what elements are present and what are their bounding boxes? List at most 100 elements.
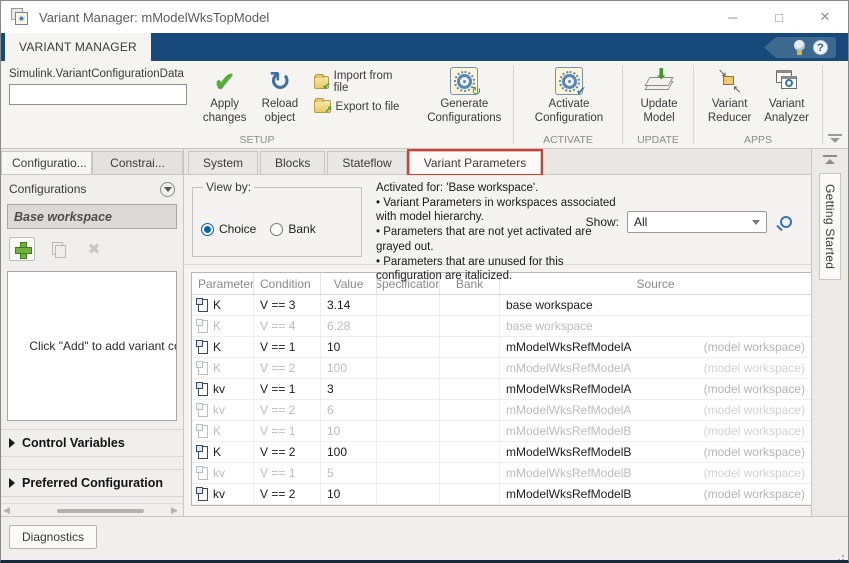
parameter-cell: kv [192, 400, 254, 420]
table-row[interactable]: kv V == 2 6 mModelWksRefModelA(model wor… [192, 400, 811, 421]
variant-reducer-button[interactable]: ↘↖ Variant Reducer [704, 66, 755, 126]
import-from-file-button[interactable]: ↙ Import from file [314, 70, 401, 94]
export-to-file-button[interactable]: ↗ Export to file [314, 100, 401, 113]
generate-configurations-button[interactable]: ↻ Generate Configurations [424, 66, 505, 126]
source-cell: mModelWksRefModelA(model workspace) [500, 358, 811, 378]
parameter-icon [198, 362, 208, 375]
copy-icon [52, 242, 65, 257]
tab-configurations[interactable]: Configuratio... [1, 151, 92, 174]
search-button[interactable] [775, 211, 797, 233]
condition-cell: V == 4 [254, 316, 321, 336]
view-by-group: View by: Choice Bank [192, 180, 362, 257]
source-note: (model workspace) [704, 403, 805, 417]
copy-configuration-button[interactable] [45, 237, 71, 261]
col-value[interactable]: Value [321, 273, 377, 295]
variant-analyzer-button[interactable]: Variant Analyzer [759, 66, 814, 126]
parameter-cell: K [192, 337, 254, 357]
value-cell: 10 [321, 337, 377, 357]
delete-configuration-button[interactable]: ✖ [81, 237, 107, 261]
minimize-button[interactable]: ─ [710, 1, 756, 33]
left-panel: Configuratio... Constrai... Configuratio… [1, 149, 184, 516]
table-row[interactable]: K V == 2 100 mModelWksRefModelB(model wo… [192, 442, 811, 463]
show-dropdown[interactable]: All [627, 211, 767, 233]
config-data-input[interactable] [9, 84, 187, 105]
variant-reducer-icon: ↘↖ [717, 68, 743, 94]
activate-gear-icon: ✔ [555, 67, 583, 95]
condition-cell: V == 2 [254, 400, 321, 420]
condition-cell: V == 1 [254, 463, 321, 483]
update-model-button[interactable]: ⬇ Update Model [633, 66, 685, 126]
table-row[interactable]: kv V == 1 3 mModelWksRefModelA(model wor… [192, 379, 811, 400]
col-parameter[interactable]: Parameter [192, 273, 254, 295]
resize-grip[interactable] [832, 553, 844, 563]
bank-cell [440, 379, 500, 399]
info-bullet: Variant Parameters in workspaces associa… [376, 196, 618, 225]
parameter-icon [198, 446, 208, 459]
apply-changes-button[interactable]: ✔ Apply changes [199, 66, 250, 126]
source-cell: base workspace [500, 295, 811, 315]
table-row[interactable]: K V == 2 100 mModelWksRefModelA(model wo… [192, 358, 811, 379]
condition-cell: V == 2 [254, 442, 321, 462]
tab-stateflow[interactable]: Stateflow [327, 151, 406, 174]
radio-dot [201, 223, 214, 236]
reload-object-button[interactable]: ↻ Reload object [254, 66, 305, 126]
value-cell: 3.14 [321, 295, 377, 315]
chevron-right-icon [9, 438, 15, 448]
bank-cell [440, 316, 500, 336]
radio-bank[interactable]: Bank [270, 222, 315, 236]
apps-group: ↘↖ Variant Reducer Variant Analyzer APPS [694, 61, 822, 148]
radio-dot [270, 223, 283, 236]
help-icon[interactable]: ? [813, 40, 828, 55]
control-variables-section[interactable]: Control Variables [1, 429, 183, 457]
specification-cell [377, 400, 440, 420]
maximize-button[interactable]: □ [756, 1, 802, 33]
collapse-panel-icon[interactable] [823, 155, 837, 165]
horizontal-scrollbar[interactable]: ◀ ▶ [1, 503, 183, 516]
main-panel: System Blocks Stateflow Variant Paramete… [184, 149, 811, 516]
col-condition[interactable]: Condition [254, 273, 321, 295]
specification-cell [377, 463, 440, 483]
workspace-box: Base workspace [7, 204, 177, 230]
variant-analyzer-icon [774, 68, 800, 94]
table-row[interactable]: kv V == 1 5 mModelWksRefModelB(model wor… [192, 463, 811, 484]
configurations-list[interactable]: Click "Add" to add variant co [7, 271, 177, 421]
table-row[interactable]: K V == 1 10 mModelWksRefModelA(model wor… [192, 337, 811, 358]
bank-cell [440, 400, 500, 420]
table-row[interactable]: kv V == 2 10 mModelWksRefModelB(model wo… [192, 484, 811, 505]
config-data-label: Simulink.VariantConfigurationData [9, 68, 187, 80]
close-button[interactable]: ✕ [802, 1, 848, 33]
parameter-cell: kv [192, 484, 254, 504]
configurations-menu-icon[interactable] [160, 182, 175, 197]
source-cell: mModelWksRefModelB(model workspace) [500, 442, 811, 462]
source-cell: mModelWksRefModelA(model workspace) [500, 400, 811, 420]
content-area: Configuratio... Constrai... Configuratio… [1, 149, 848, 516]
radio-choice[interactable]: Choice [201, 222, 256, 236]
tab-blocks[interactable]: Blocks [260, 151, 325, 174]
activate-configuration-button[interactable]: ✔ Activate Configuration [524, 66, 614, 126]
window-title: Variant Manager: mModelWksTopModel [39, 10, 269, 25]
info-bullet: Parameters that are unused for this conf… [376, 255, 618, 284]
table-row[interactable]: K V == 3 3.14 base workspace [192, 295, 811, 316]
collapse-ribbon-icon[interactable] [828, 134, 842, 144]
parameter-cell: K [192, 295, 254, 315]
add-configuration-button[interactable] [9, 237, 35, 261]
tab-variant-manager[interactable]: VARIANT MANAGER [5, 33, 151, 61]
tab-constraints[interactable]: Constrai... [92, 151, 183, 174]
table-row[interactable]: K V == 1 10 mModelWksRefModelB(model wor… [192, 421, 811, 442]
apps-section-label: APPS [694, 134, 822, 146]
table-row[interactable]: K V == 4 6.28 base workspace [192, 316, 811, 337]
tab-getting-started[interactable]: Getting Started [819, 173, 841, 280]
specification-cell [377, 295, 440, 315]
parameter-cell: K [192, 316, 254, 336]
source-cell: mModelWksRefModelA(model workspace) [500, 337, 811, 357]
source-note: (model workspace) [704, 424, 805, 438]
hint-bulb-icon[interactable] [794, 40, 805, 55]
source-cell: mModelWksRefModelB(model workspace) [500, 421, 811, 441]
tab-variant-parameters[interactable]: Variant Parameters [409, 151, 542, 174]
preferred-configuration-section[interactable]: Preferred Configuration [1, 469, 183, 497]
tab-system[interactable]: System [188, 151, 258, 174]
value-cell: 100 [321, 442, 377, 462]
diagnostics-button[interactable]: Diagnostics [9, 525, 97, 549]
delete-x-icon: ✖ [88, 242, 101, 257]
value-cell: 3 [321, 379, 377, 399]
